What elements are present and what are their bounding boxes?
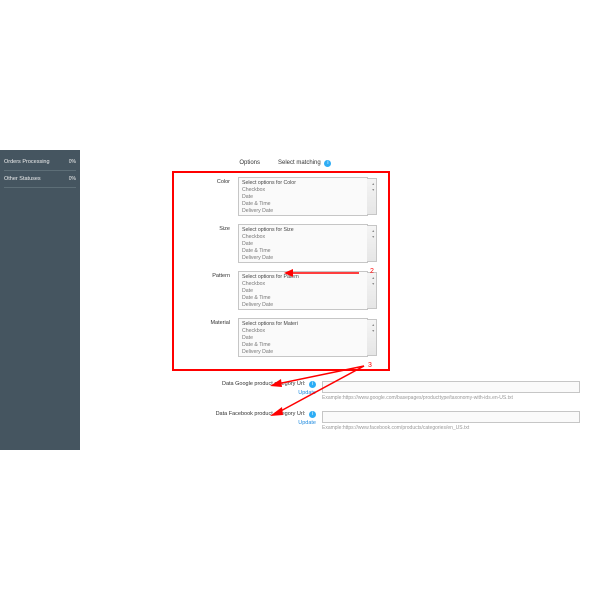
main-panel: Options Select matching i ColorSelect op…	[80, 150, 600, 450]
option-label-size: Size	[178, 224, 238, 232]
option-label-material: Material	[178, 318, 238, 326]
option-select-material[interactable]: Select options for MateriCheckboxDateDat…	[238, 318, 368, 357]
option-select-pattern[interactable]: Select options for PaternCheckboxDateDat…	[238, 271, 368, 310]
annotation-label-3: 3	[368, 362, 372, 369]
option-select-color[interactable]: Select options for ColorCheckboxDateDate…	[238, 177, 368, 216]
column-header-options: Options	[190, 160, 260, 167]
facebook-url-label: Data Facebook product category Url:	[216, 411, 306, 417]
help-icon[interactable]: i	[309, 411, 316, 418]
facebook-url-input[interactable]	[322, 411, 580, 423]
google-url-input[interactable]	[322, 381, 580, 393]
column-header-matching: Select matching	[278, 160, 321, 166]
google-url-example: Example:https://www.google.com/basepages…	[322, 395, 580, 401]
facebook-url-example: Example:https://www.facebook.com/product…	[322, 425, 580, 431]
annotation-box-1: ColorSelect options for ColorCheckboxDat…	[172, 171, 390, 371]
sidebar-item-other[interactable]: Other Statuses 0%	[4, 173, 76, 185]
option-select-size[interactable]: Select options for SizeCheckboxDateDate …	[238, 224, 368, 263]
google-url-update-link[interactable]: Update	[180, 390, 316, 396]
option-label-color: Color	[178, 177, 238, 185]
help-icon[interactable]: i	[309, 381, 316, 388]
facebook-url-update-link[interactable]: Update	[180, 420, 316, 426]
sidebar: Orders Processing 0% Other Statuses 0%	[0, 150, 80, 450]
option-label-pattern: Pattern	[178, 271, 238, 279]
annotation-label-2: 2	[370, 268, 374, 275]
sidebar-item-orders[interactable]: Orders Processing 0%	[4, 156, 76, 168]
help-icon[interactable]: i	[324, 160, 331, 167]
google-url-label: Data Google product category Url:	[222, 381, 305, 387]
